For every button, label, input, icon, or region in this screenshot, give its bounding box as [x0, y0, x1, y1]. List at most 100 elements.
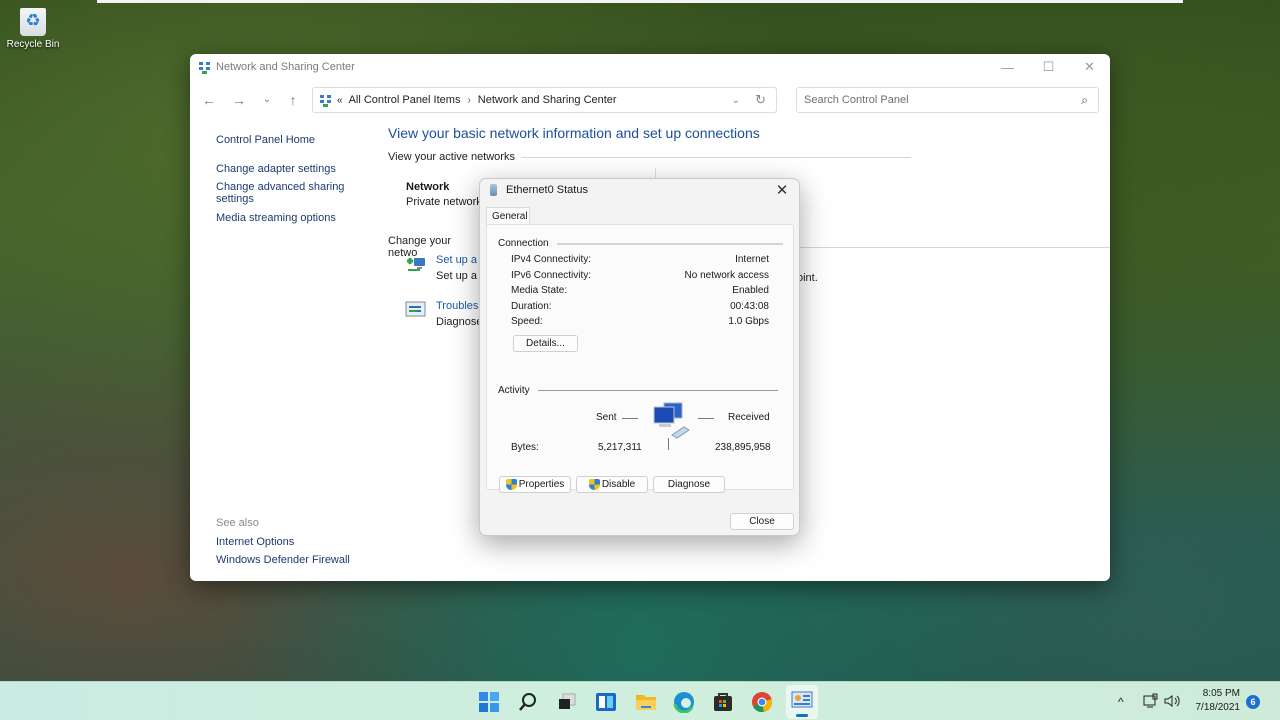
tab-general[interactable]: General — [486, 207, 530, 225]
volume-icon[interactable] — [1164, 694, 1180, 708]
network-name: Network — [406, 181, 450, 193]
store-icon — [714, 693, 732, 711]
address-bar[interactable]: « All Control Panel Items › Network and … — [312, 87, 777, 113]
chrome-button[interactable] — [750, 690, 774, 714]
new-connection-icon — [407, 258, 425, 271]
row-media-state: Media State: Enabled — [511, 285, 769, 296]
tray-overflow-chevron-icon[interactable]: ^ — [1118, 682, 1124, 720]
ethernet-icon — [490, 184, 497, 196]
disable-label: Disable — [601, 479, 636, 490]
title-bar[interactable]: Network and Sharing Center — [190, 54, 1110, 80]
search-placeholder: Search Control Panel — [804, 94, 909, 106]
active-networks-header: View your active networks — [388, 151, 911, 163]
nav-change-advanced-sharing[interactable]: Change advanced sharing settings — [216, 181, 356, 205]
widgets-button[interactable] — [594, 690, 618, 714]
close-dialog-button[interactable]: Close — [730, 513, 794, 530]
page-title: View your basic network information and … — [388, 125, 760, 141]
network-center-icon — [320, 94, 331, 107]
uac-shield-icon — [588, 479, 600, 490]
breadcrumb-all-control-panel-items[interactable]: All Control Panel Items — [349, 94, 461, 106]
search-button[interactable] — [516, 690, 540, 714]
dialog-title-bar[interactable]: Ethernet0 Status — [490, 184, 588, 196]
chevron-down-icon[interactable]: ⌄ — [732, 95, 740, 106]
active-networks-label: View your active networks — [388, 151, 515, 163]
back-arrow-icon[interactable]: ← — [198, 90, 220, 110]
task-view-button[interactable] — [555, 690, 579, 714]
dialog-title: Ethernet0 Status — [506, 184, 588, 196]
desktop-icon-label: Recycle Bin — [6, 39, 60, 50]
store-button[interactable] — [711, 690, 735, 714]
activity-label: Activity — [498, 385, 530, 396]
up-arrow-icon[interactable]: ↑ — [282, 90, 304, 110]
recent-locations-icon[interactable]: ⌄ — [256, 90, 278, 110]
media-state-value: Enabled — [732, 285, 769, 296]
clock[interactable]: 8:05 PM 7/18/2021 — [1188, 687, 1241, 715]
nav-control-panel-home[interactable]: Control Panel Home — [216, 134, 315, 146]
see-also-label: See also — [216, 517, 259, 529]
duration-value: 00:43:08 — [730, 301, 769, 312]
widgets-icon — [596, 693, 616, 711]
refresh-icon[interactable]: ↻ — [755, 92, 766, 108]
control-panel-icon — [791, 691, 813, 708]
connection-group-header: Connection — [498, 238, 783, 249]
ipv4-value: Internet — [735, 254, 769, 265]
search-input[interactable]: Search Control Panel ⌕ — [796, 87, 1099, 113]
speed-label: Speed: — [511, 316, 543, 327]
recycle-bin-icon — [20, 8, 46, 36]
file-explorer-button[interactable] — [634, 690, 658, 714]
maximize-button[interactable]: ☐ — [1028, 54, 1069, 80]
breadcrumb-separator-icon: › — [467, 94, 471, 106]
properties-button[interactable]: Properties — [499, 476, 571, 493]
taskbar: ^ 8:05 PM 7/18/2021 6 — [0, 681, 1280, 720]
search-icon[interactable]: ⌕ — [1081, 93, 1088, 108]
duration-label: Duration: — [511, 301, 552, 312]
ipv6-value: No network access — [684, 270, 769, 281]
bytes-received-value: 238,895,958 — [715, 442, 771, 453]
minimize-button[interactable]: — — [987, 54, 1028, 80]
troubleshoot-desc: Diagnose — [436, 316, 483, 328]
setup-connection-link[interactable]: Set up a r — [436, 254, 484, 266]
network-center-icon — [199, 61, 210, 74]
breadcrumb-network-sharing-center[interactable]: Network and Sharing Center — [478, 94, 617, 106]
close-button[interactable]: ✕ — [1069, 54, 1110, 80]
received-label: Received — [728, 412, 770, 423]
ipv6-label: IPv6 Connectivity: — [511, 270, 592, 281]
edge-button[interactable] — [672, 690, 696, 714]
row-ipv6: IPv6 Connectivity: No network access — [511, 270, 769, 281]
window-title: Network and Sharing Center — [216, 61, 355, 73]
link-internet-options[interactable]: Internet Options — [216, 536, 294, 548]
activity-group-header: Activity — [498, 385, 778, 396]
speed-value: 1.0 Gbps — [728, 316, 769, 327]
link-windows-defender-firewall[interactable]: Windows Defender Firewall — [216, 554, 350, 566]
diagnose-button[interactable]: Diagnose — [653, 476, 725, 493]
nav-change-adapter-settings[interactable]: Change adapter settings — [216, 163, 336, 175]
network-wired-icon[interactable] — [1143, 693, 1159, 709]
notification-badge[interactable]: 6 — [1246, 695, 1260, 709]
forward-arrow-icon[interactable]: → — [228, 90, 250, 110]
sent-line — [622, 418, 638, 419]
row-ipv4: IPv4 Connectivity: Internet — [511, 254, 769, 265]
desktop-icon-recycle-bin[interactable]: Recycle Bin — [4, 8, 62, 50]
sent-label: Sent — [596, 412, 617, 423]
row-duration: Duration: 00:43:08 — [511, 301, 769, 312]
start-button[interactable] — [477, 690, 501, 714]
edge-icon — [673, 692, 694, 713]
background-window-edge — [97, 0, 1183, 3]
bytes-label: Bytes: — [511, 442, 539, 453]
folder-icon — [636, 695, 656, 710]
control-panel-taskbar-button[interactable] — [786, 685, 818, 719]
uac-shield-icon — [505, 479, 517, 490]
ethernet-status-dialog: Ethernet0 Status ✕ General Connection IP… — [479, 178, 800, 536]
network-computers-icon — [653, 402, 690, 439]
troubleshoot-link[interactable]: Troublesh — [436, 300, 485, 312]
nav-media-streaming[interactable]: Media streaming options — [216, 212, 336, 224]
connection-label: Connection — [498, 238, 549, 249]
dialog-close-icon[interactable]: ✕ — [771, 181, 793, 201]
breadcrumb-overflow[interactable]: « — [337, 95, 343, 106]
details-button[interactable]: Details... — [513, 335, 578, 352]
windows-logo-icon — [479, 692, 499, 712]
bytes-divider — [668, 438, 669, 450]
row-speed: Speed: 1.0 Gbps — [511, 316, 769, 327]
disable-button[interactable]: Disable — [576, 476, 648, 493]
task-view-icon — [559, 693, 576, 709]
